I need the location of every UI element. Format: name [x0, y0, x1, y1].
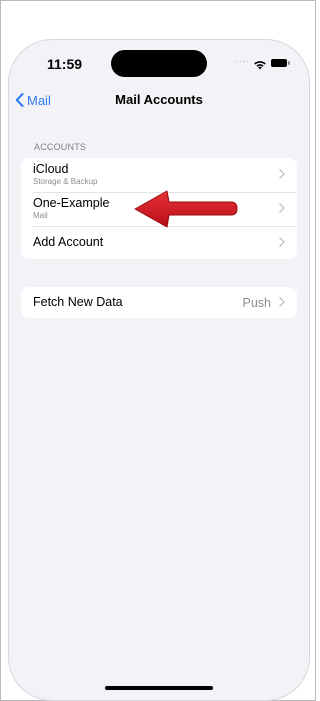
- accounts-section-header: ACCOUNTS: [34, 142, 87, 152]
- home-indicator: [105, 686, 213, 690]
- fetch-value: Push: [242, 295, 272, 310]
- wifi-icon: [253, 57, 267, 75]
- add-account-label: Add Account: [33, 235, 104, 249]
- page-title: Mail Accounts: [115, 92, 203, 107]
- account-title: One-Example: [33, 196, 110, 210]
- account-subtitle: Storage & Backup: [33, 177, 98, 186]
- chevron-right-icon: [279, 166, 285, 184]
- fetch-new-data-label: Fetch New Data: [33, 295, 123, 309]
- account-title: iCloud: [33, 162, 69, 176]
- cellular-signal-icon: ....: [235, 54, 251, 65]
- status-time: 11:59: [47, 56, 83, 72]
- phone-screen: 11:59 .... Mail Mail Accounts ACCOUNTS i…: [8, 39, 310, 701]
- account-subtitle: Mail: [33, 211, 48, 220]
- navigation-bar: Mail Mail Accounts: [9, 90, 309, 110]
- screenshot-frame: 11:59 .... Mail Mail Accounts ACCOUNTS i…: [0, 0, 316, 701]
- chevron-right-icon: [279, 294, 285, 312]
- status-bar: 11:59 ....: [9, 40, 309, 90]
- battery-icon: [271, 59, 290, 67]
- fetch-new-data-row[interactable]: Fetch New Data Push: [21, 287, 297, 318]
- chevron-right-icon: [279, 200, 285, 218]
- chevron-right-icon: [279, 234, 285, 252]
- account-row-icloud[interactable]: iCloud Storage & Backup: [21, 158, 297, 192]
- dynamic-island: [111, 50, 207, 77]
- fetch-settings-list: Fetch New Data Push: [21, 287, 297, 318]
- annotation-arrow-icon: [131, 189, 239, 238]
